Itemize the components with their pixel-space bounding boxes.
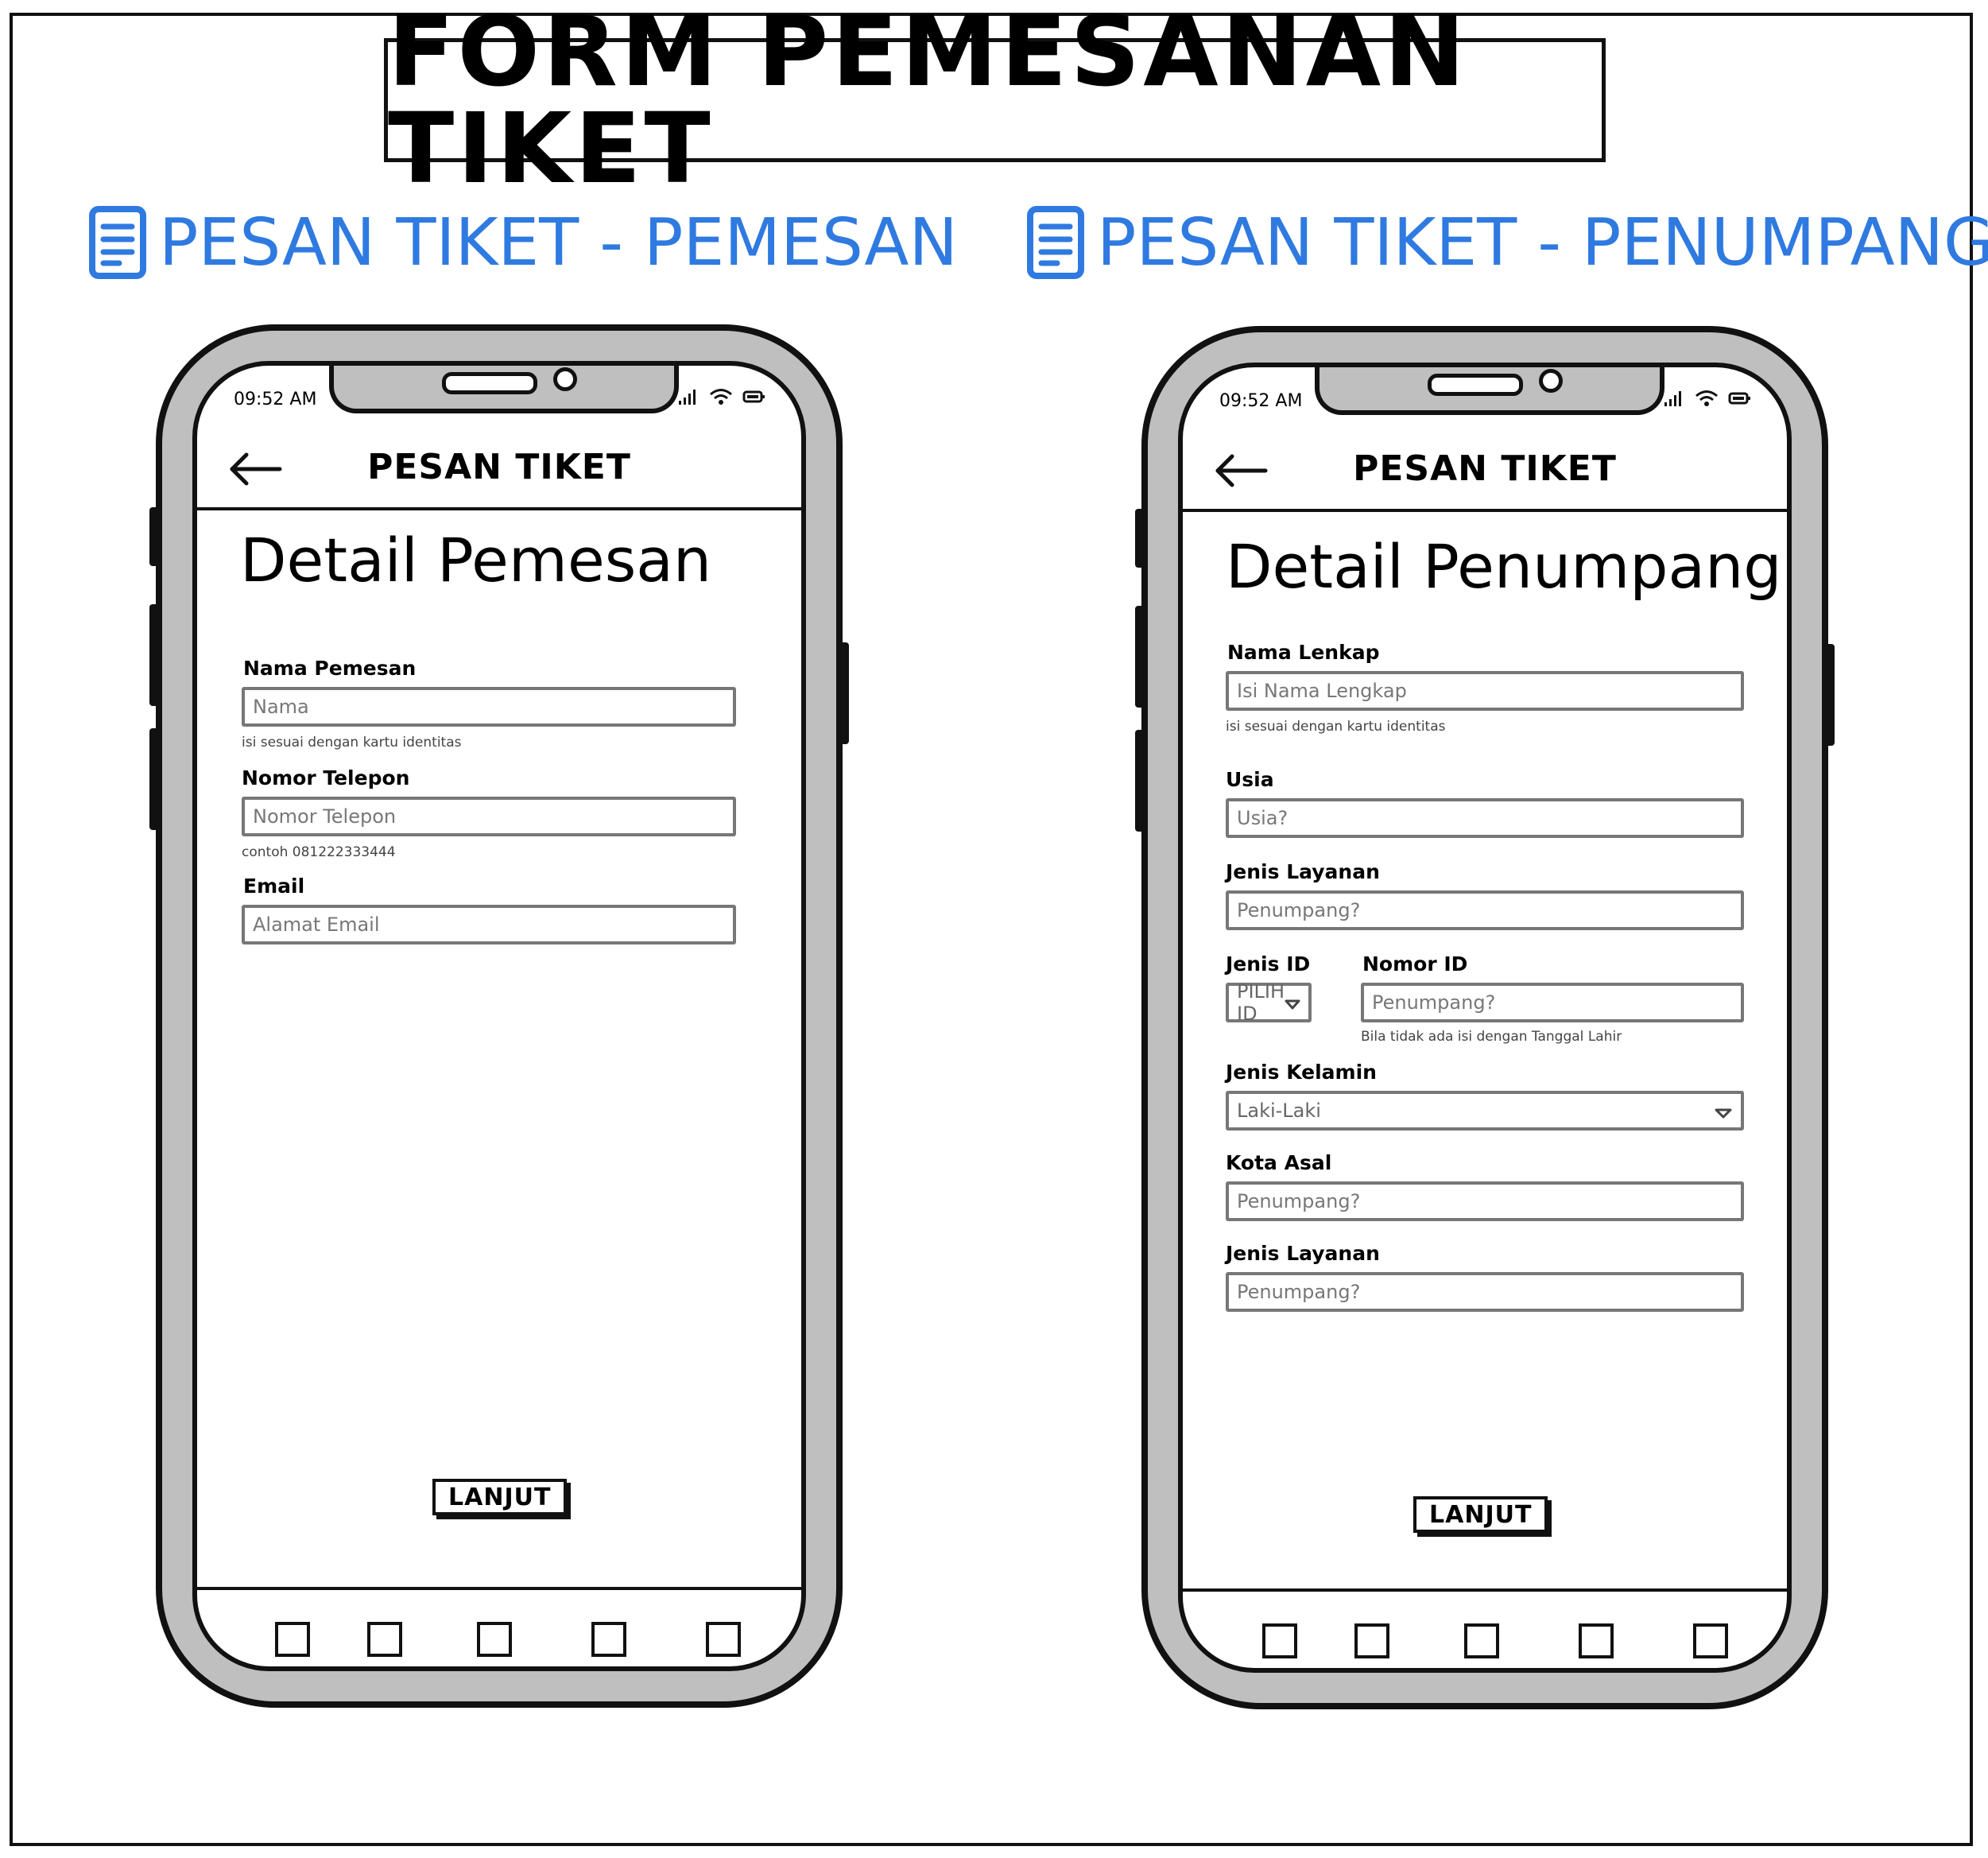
speaker [442, 372, 537, 394]
lanjut-button[interactable]: LANJUT [432, 1479, 568, 1515]
status-time: 09:52 AM [234, 390, 317, 409]
lanjut-button[interactable]: LANJUT [1413, 1496, 1548, 1533]
battery-icon [742, 390, 765, 403]
signal-icon [1664, 391, 1681, 406]
jenis-layanan-input[interactable] [1226, 890, 1744, 930]
speaker [1428, 374, 1523, 396]
nama-pemesan-input[interactable] [242, 687, 736, 727]
camera [553, 367, 577, 391]
appbar-title: PESAN TIKET [1353, 448, 1617, 489]
wifi-icon [1695, 390, 1718, 406]
page-heading: Detail Pemesan [240, 525, 712, 595]
nomor-id-input[interactable] [1361, 983, 1744, 1022]
nav-item-1[interactable] [1262, 1623, 1297, 1658]
notch [329, 366, 679, 413]
page-heading: Detail Penumpang [1226, 531, 1782, 602]
nama-lengkap-input[interactable] [1226, 671, 1744, 711]
screen-label-text: PESAN TIKET - PENUMPANG [1097, 204, 1988, 281]
document-icon [89, 206, 146, 279]
signal-icon [679, 390, 696, 405]
nav-item-1[interactable] [275, 1622, 310, 1657]
screen-label-penumpang: PESAN TIKET - PENUMPANG [1025, 199, 1988, 286]
email-input[interactable] [242, 905, 736, 945]
label-jenis-kelamin: Jenis Kelamin [1226, 1061, 1377, 1084]
nav-item-4[interactable] [1579, 1623, 1614, 1658]
battery-icon [1728, 392, 1750, 405]
nomor-telepon-input[interactable] [242, 797, 736, 836]
jenis-kelamin-value: Laki-Laki [1237, 1100, 1321, 1122]
hint-telepon: contoh 081222333444 [242, 844, 396, 860]
status-icons [677, 388, 766, 405]
appbar-title: PESAN TIKET [367, 447, 631, 487]
app-bar: PESAN TIKET [197, 431, 801, 510]
nav-item-3[interactable] [477, 1622, 512, 1657]
label-email: Email [243, 875, 305, 898]
screen-label-text: PESAN TIKET - PEMESAN [159, 204, 958, 281]
label-jenis-layanan: Jenis Layanan [1226, 860, 1380, 883]
label-kota-asal: Kota Asal [1226, 1151, 1332, 1174]
hint-nama: isi sesuai dengan kartu identitas [1226, 719, 1446, 735]
wifi-icon [710, 389, 732, 405]
kota-asal-input[interactable] [1226, 1181, 1744, 1221]
usia-input[interactable] [1226, 798, 1744, 838]
nav-item-2[interactable] [367, 1622, 402, 1657]
phone-pemesan: 09:52 AM PESAN TIKET Detail Pemesan Nama… [149, 324, 849, 1708]
label-nomor-telepon: Nomor Telepon [242, 766, 410, 789]
phone-screen: 09:52 AM PESAN TIKET Detail Penumpang Na… [1178, 363, 1792, 1673]
jenis-layanan-2-input[interactable] [1226, 1272, 1744, 1312]
nav-item-5[interactable] [706, 1622, 741, 1657]
phone-penumpang: 09:52 AM PESAN TIKET Detail Penumpang Na… [1135, 326, 1835, 1709]
label-nama-lengkap: Nama Lenkap [1227, 641, 1380, 664]
hint-nomor-id: Bila tidak ada isi dengan Tanggal Lahir [1361, 1029, 1622, 1045]
nav-item-3[interactable] [1464, 1623, 1499, 1658]
label-nomor-id: Nomor ID [1362, 952, 1468, 976]
chevron-down-icon [1285, 999, 1300, 1010]
label-nama-pemesan: Nama Pemesan [243, 657, 417, 680]
bottom-nav [197, 1587, 801, 1666]
notch [1315, 367, 1664, 415]
status-time: 09:52 AM [1219, 391, 1303, 411]
document-icon [1027, 206, 1084, 279]
label-usia: Usia [1226, 768, 1274, 791]
label-jenis-layanan-2: Jenis Layanan [1226, 1242, 1380, 1265]
bottom-nav [1183, 1588, 1787, 1668]
phone-screen: 09:52 AM PESAN TIKET Detail Pemesan Nama… [192, 361, 806, 1671]
app-bar: PESAN TIKET [1183, 432, 1787, 512]
nav-item-5[interactable] [1693, 1623, 1728, 1658]
nav-item-2[interactable] [1354, 1623, 1389, 1658]
camera [1539, 369, 1563, 393]
nav-item-4[interactable] [591, 1622, 626, 1657]
hint-nama: isi sesuai dengan kartu identitas [242, 735, 462, 751]
main-title: FORM PEMESANAN TIKET [384, 3, 1606, 197]
screen-label-pemesan: PESAN TIKET - PEMESAN [87, 199, 958, 286]
label-jenis-id: Jenis ID [1226, 952, 1311, 976]
status-icons [1663, 390, 1752, 407]
jenis-kelamin-select[interactable]: Laki-Laki [1226, 1091, 1744, 1131]
chevron-down-icon [1715, 1108, 1732, 1119]
jenis-id-select[interactable]: PILIH ID [1226, 980, 1312, 1025]
